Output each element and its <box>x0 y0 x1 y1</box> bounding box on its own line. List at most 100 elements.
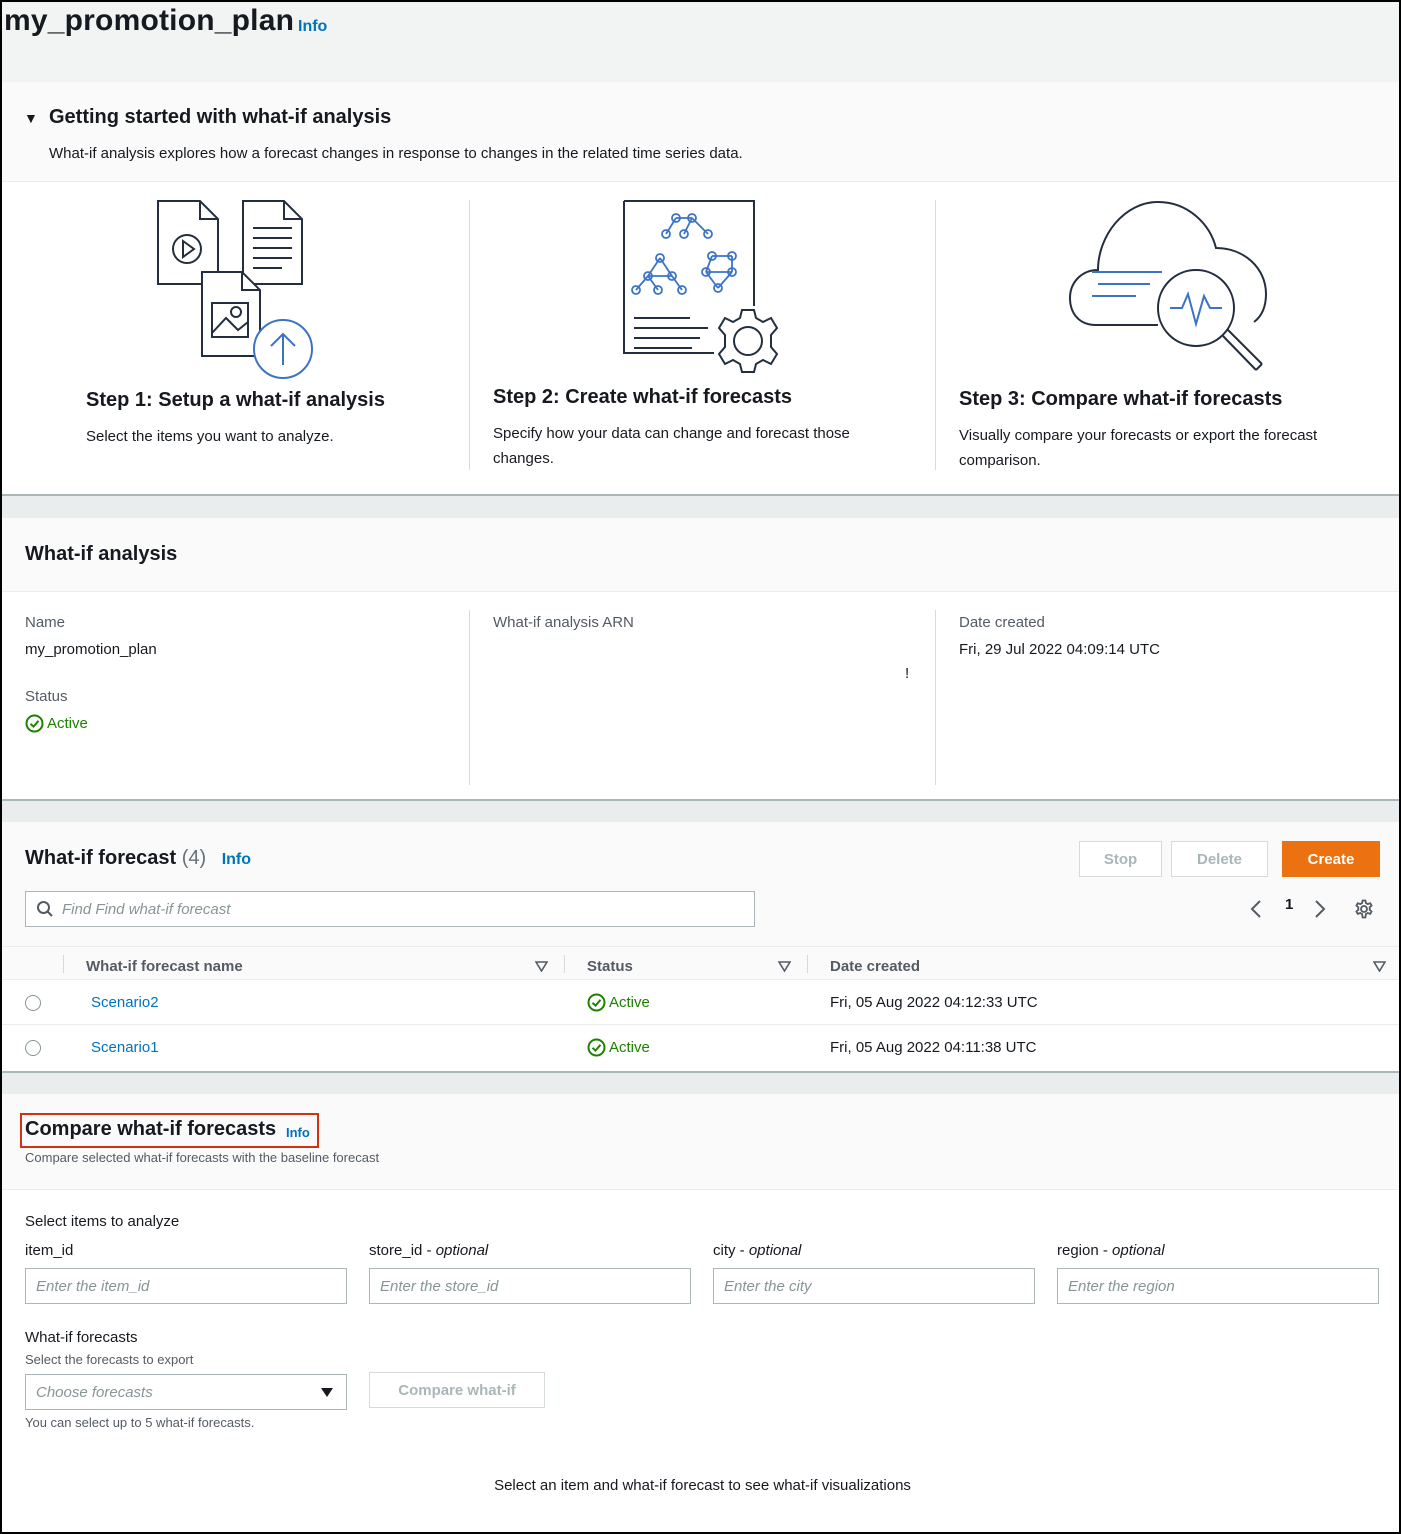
column-divider <box>469 610 470 785</box>
store-id-label-text: store_id - <box>369 1242 436 1259</box>
forecasts-limit-hint: You can select up to 5 what-if forecasts… <box>25 1415 255 1430</box>
compare-info-link[interactable]: Info <box>286 1125 310 1140</box>
table-row[interactable]: Scenario1 Active Fri, 05 Aug 2022 04:11:… <box>2 1025 1399 1070</box>
check-circle-icon <box>25 714 44 733</box>
status-label: Status <box>25 688 68 705</box>
getting-started-description: What-if analysis explores how a forecast… <box>49 145 743 162</box>
section-gap <box>2 801 1399 822</box>
forecasts-select-placeholder: Choose forecasts <box>36 1384 153 1401</box>
step-divider <box>935 200 936 470</box>
step-2-title: Step 2: Create what-if forecasts <box>493 386 792 408</box>
region-optional: optional <box>1112 1242 1165 1259</box>
forecast-info-link[interactable]: Info <box>222 851 251 868</box>
step-divider <box>469 200 470 470</box>
status-badge: Active <box>25 714 88 733</box>
getting-started-header <box>2 82 1399 182</box>
forecast-name-link[interactable]: Scenario1 <box>91 1039 159 1056</box>
column-separator <box>63 955 64 973</box>
date-created-label: Date created <box>959 614 1045 631</box>
column-separator <box>564 955 565 973</box>
forecast-title: What-if forecast (4) Info <box>25 847 251 870</box>
getting-started-title[interactable]: Getting started with what-if analysis <box>49 106 391 129</box>
region-label-text: region - <box>1057 1242 1113 1259</box>
store-id-label: store_id - optional <box>369 1242 488 1259</box>
page-number[interactable]: 1 <box>1285 896 1293 913</box>
region-input[interactable] <box>1057 1268 1379 1304</box>
create-button[interactable]: Create <box>1282 841 1380 877</box>
search-box[interactable] <box>25 891 755 927</box>
step-1-title: Step 1: Setup a what-if analysis <box>86 389 385 411</box>
step-2-description: Specify how your data can change and for… <box>493 425 850 467</box>
forecast-table: What-if forecast name Status Date create… <box>2 946 1399 1072</box>
column-header-status[interactable]: Status <box>587 958 633 975</box>
arn-label: What-if analysis ARN <box>493 614 634 631</box>
search-icon <box>37 901 53 917</box>
table-row[interactable]: Scenario2 Active Fri, 05 Aug 2022 04:12:… <box>2 980 1399 1025</box>
item-id-label: item_id <box>25 1242 73 1259</box>
name-label: Name <box>25 614 66 631</box>
collapse-toggle-icon[interactable]: ▼ <box>24 110 38 126</box>
cloud-magnifier-icon <box>1068 200 1268 371</box>
check-circle-icon <box>587 993 606 1012</box>
arn-value: ! <box>905 665 910 682</box>
city-input[interactable] <box>713 1268 1035 1304</box>
documents-upload-icon <box>157 200 313 379</box>
row-status-text: Active <box>609 1039 650 1056</box>
sort-down-icon[interactable] <box>1373 961 1386 972</box>
column-separator <box>807 955 808 973</box>
delete-button[interactable]: Delete <box>1171 841 1268 877</box>
compare-title: Compare what-if forecasts <box>25 1118 277 1140</box>
select-items-label: Select items to analyze <box>25 1213 180 1230</box>
caret-down-icon <box>321 1388 333 1397</box>
sort-down-icon[interactable] <box>535 961 548 972</box>
city-optional: optional <box>748 1242 802 1259</box>
analysis-header <box>2 518 1399 592</box>
section-gap <box>2 496 1399 518</box>
city-label: city - optional <box>713 1242 801 1259</box>
date-created-value: Fri, 29 Jul 2022 04:09:14 UTC <box>959 641 1160 658</box>
stop-button[interactable]: Stop <box>1079 841 1162 877</box>
forecast-title-text: What-if forecast <box>25 847 177 869</box>
column-divider <box>935 610 936 785</box>
compare-description: Compare selected what-if forecasts with … <box>25 1150 380 1165</box>
name-value: my_promotion_plan <box>25 641 157 658</box>
column-header-name[interactable]: What-if forecast name <box>86 958 243 975</box>
analysis-title: What-if analysis <box>25 543 178 565</box>
search-input[interactable] <box>62 900 702 918</box>
compare-what-if-button[interactable]: Compare what-if <box>369 1372 545 1408</box>
chevron-left-icon[interactable] <box>1249 899 1263 919</box>
row-date: Fri, 05 Aug 2022 04:12:33 UTC <box>830 994 1038 1011</box>
empty-state-message: Select an item and what-if forecast to s… <box>494 1477 911 1494</box>
item-id-input[interactable] <box>25 1268 347 1304</box>
region-label: region - optional <box>1057 1242 1165 1259</box>
row-select-radio[interactable] <box>25 1040 41 1056</box>
forecast-name-link[interactable]: Scenario2 <box>91 994 159 1011</box>
page-info-link[interactable]: Info <box>298 18 327 36</box>
gear-icon[interactable] <box>1354 899 1374 919</box>
check-circle-icon <box>587 1038 606 1057</box>
step-3-description: Visually compare your forecasts or expor… <box>959 427 1318 469</box>
sort-down-icon[interactable] <box>778 961 791 972</box>
row-status-text: Active <box>609 994 650 1011</box>
row-select-radio[interactable] <box>25 995 41 1011</box>
item-id-label-text: item_id <box>25 1242 74 1259</box>
section-gap <box>2 1073 1399 1094</box>
forecasts-select[interactable]: Choose forecasts <box>25 1374 347 1410</box>
row-status: Active <box>587 993 650 1012</box>
page-title: my_promotion_plan <box>4 4 295 37</box>
column-header-date[interactable]: Date created <box>830 958 920 975</box>
forecast-count: (4) <box>181 847 207 869</box>
row-date: Fri, 05 Aug 2022 04:11:38 UTC <box>830 1039 1037 1056</box>
page-header: my_promotion_plan Info <box>2 2 1399 82</box>
table-header-row: What-if forecast name Status Date create… <box>2 946 1399 980</box>
store-id-optional: optional <box>435 1242 489 1259</box>
forecasts-label: What-if forecasts <box>25 1329 138 1346</box>
network-document-gear-icon <box>623 200 779 373</box>
page-frame: my_promotion_plan Info ▼ Getting started… <box>0 0 1401 1534</box>
city-label-text: city - <box>713 1242 749 1259</box>
chevron-right-icon[interactable] <box>1313 899 1327 919</box>
forecasts-sublabel: Select the forecasts to export <box>25 1352 194 1367</box>
status-text: Active <box>47 715 88 732</box>
step-3-title: Step 3: Compare what-if forecasts <box>959 388 1283 410</box>
store-id-input[interactable] <box>369 1268 691 1304</box>
